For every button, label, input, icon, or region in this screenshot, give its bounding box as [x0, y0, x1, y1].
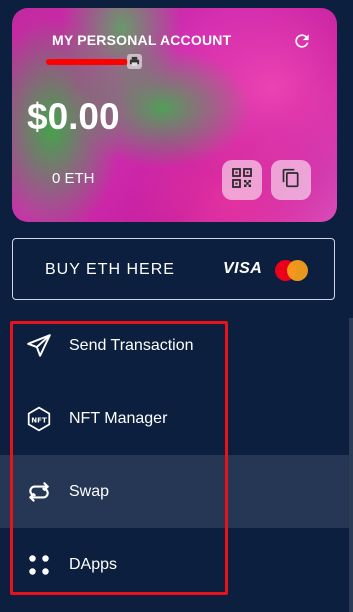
- menu-item-label: Swap: [69, 482, 110, 500]
- scrollbar[interactable]: [349, 318, 353, 612]
- main-menu: Send Transaction NFT NFT Manager Swap DA…: [0, 309, 353, 601]
- swap-icon: [26, 479, 52, 505]
- eth-balance: 0 ETH: [52, 170, 95, 187]
- menu-item-label: DApps: [69, 555, 118, 573]
- refresh-icon[interactable]: [291, 30, 313, 52]
- balance-amount: $0.00: [27, 96, 120, 137]
- menu-item-dapps[interactable]: DApps: [0, 528, 353, 601]
- menu-item-label: Send Transaction: [69, 336, 194, 354]
- qr-code-icon: [232, 167, 252, 193]
- copy-icon: [281, 168, 301, 193]
- buy-eth-label: BUY ETH HERE: [45, 261, 175, 278]
- copy-button[interactable]: [271, 160, 311, 200]
- menu-item-label: NFT Manager: [69, 409, 168, 427]
- svg-text:NFT: NFT: [31, 415, 47, 424]
- visa-logo: VISA: [223, 260, 263, 277]
- menu-item-nft-manager[interactable]: NFT NFT Manager: [0, 382, 353, 455]
- send-icon: [26, 333, 52, 359]
- redacted-address: [46, 59, 128, 65]
- dapps-icon: [26, 552, 52, 578]
- print-icon[interactable]: [127, 54, 142, 69]
- account-title: MY PERSONAL ACCOUNT: [52, 32, 232, 48]
- account-card: MY PERSONAL ACCOUNT $0.00 0 ETH: [12, 8, 337, 222]
- mastercard-logo: [275, 260, 309, 282]
- menu-item-send-transaction[interactable]: Send Transaction: [0, 309, 353, 382]
- nft-icon: NFT: [26, 406, 52, 432]
- menu-item-swap[interactable]: Swap: [0, 455, 353, 528]
- buy-eth-button[interactable]: BUY ETH HERE VISA: [12, 238, 335, 300]
- qr-code-button[interactable]: [222, 160, 262, 200]
